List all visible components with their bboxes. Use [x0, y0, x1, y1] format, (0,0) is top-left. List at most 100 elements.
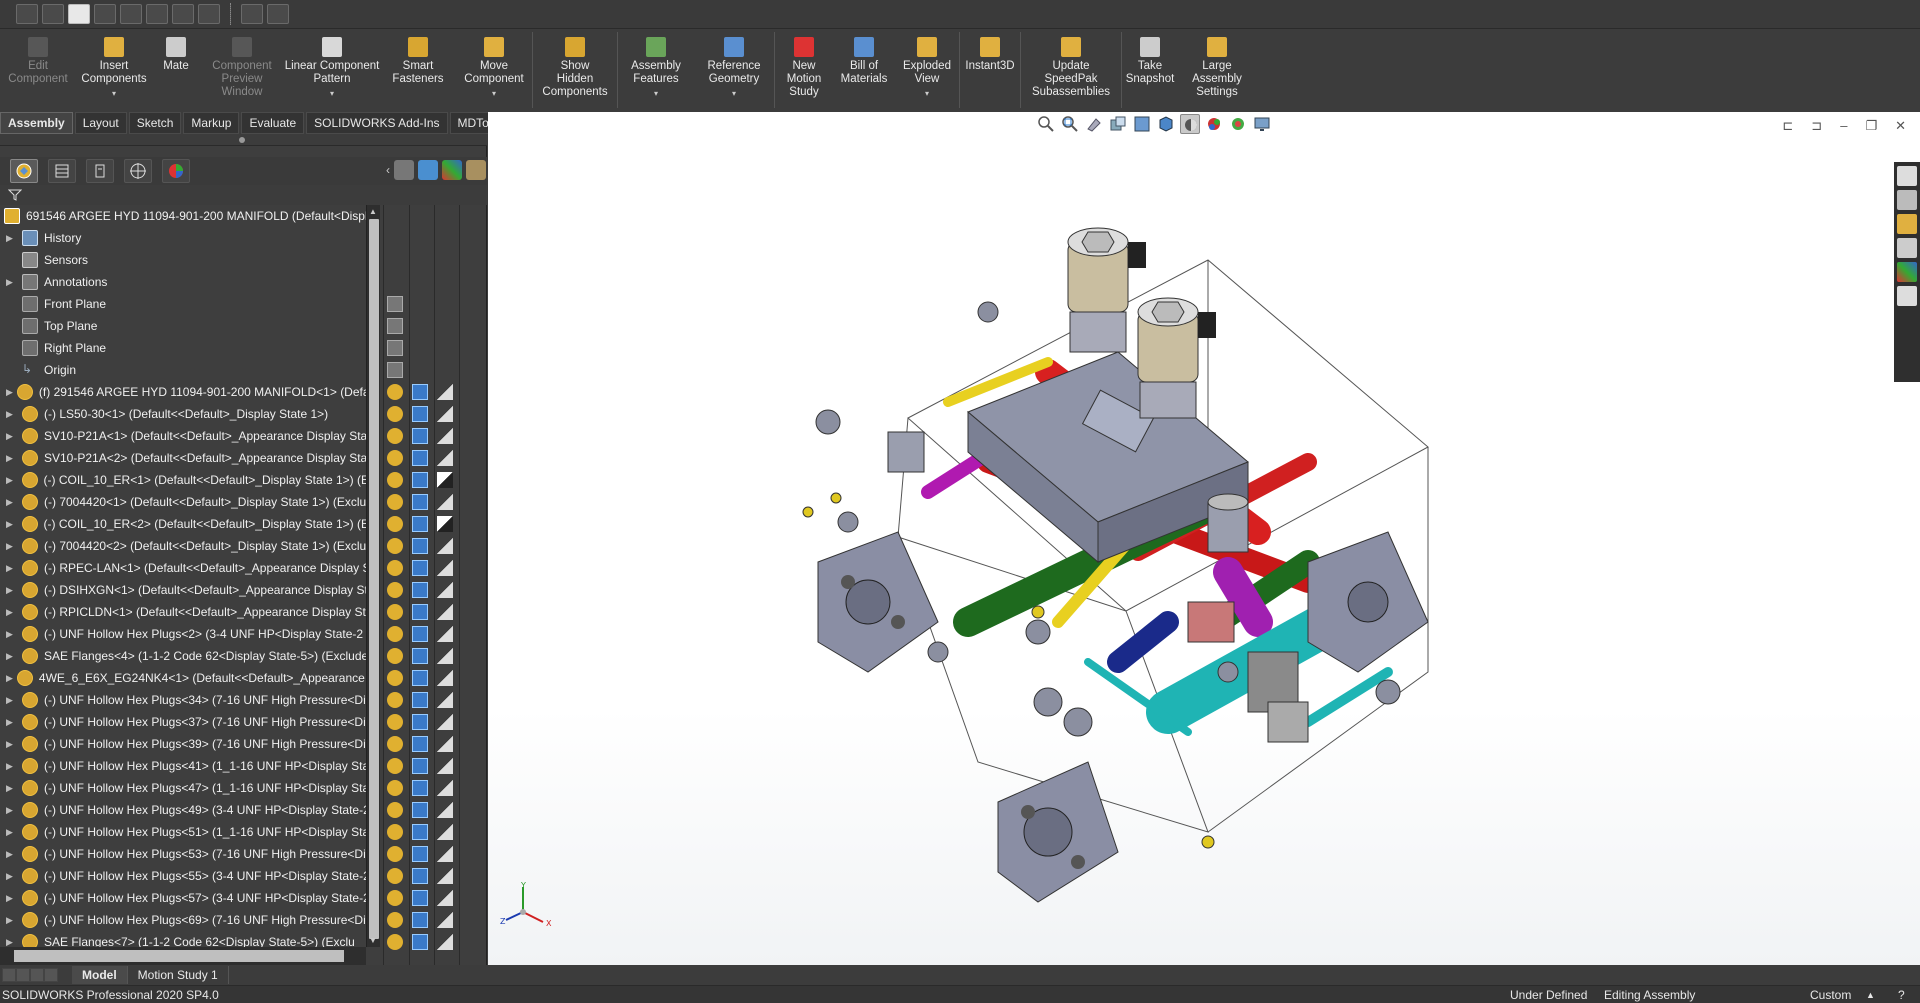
appearance-icon[interactable] [437, 472, 453, 488]
expand-arrow-icon[interactable]: ▶ [6, 233, 18, 244]
visibility-icon[interactable] [387, 890, 403, 906]
expand-arrow-icon[interactable]: ▶ [6, 475, 18, 486]
display-mode-icon[interactable] [412, 516, 428, 532]
select-icon[interactable] [172, 4, 194, 24]
graphics-area[interactable]: ⊏ ⊐ – ❐ ✕ Y X Z [488, 112, 1920, 965]
home-icon[interactable] [1897, 166, 1917, 186]
visibility-icon[interactable] [387, 538, 403, 554]
undo-icon[interactable] [120, 4, 142, 24]
expand-arrow-icon[interactable]: ▶ [6, 541, 18, 552]
display-mode-icon[interactable] [412, 626, 428, 642]
feature-manager-tab[interactable] [10, 159, 38, 183]
display-mode-icon[interactable] [412, 934, 428, 950]
transparency-icon[interactable] [466, 160, 486, 180]
tree-item[interactable]: ▶ (-) UNF Hollow Hex Plugs<51> (1_1-16 UN… [0, 821, 375, 843]
tree-item[interactable]: ▶ SV10-P21A<2> (Default<<Default>_Appeara… [0, 447, 375, 469]
appearance-icon[interactable] [437, 824, 453, 840]
expand-arrow-icon[interactable]: ▶ [6, 695, 18, 706]
display-mode-icon[interactable] [412, 648, 428, 664]
tree-vertical-scrollbar[interactable]: ▲ ▼ [366, 205, 380, 947]
instant3d-button[interactable]: Instant3D [960, 29, 1020, 111]
expand-arrow-icon[interactable]: ▶ [6, 915, 18, 926]
expand-arrow-icon[interactable]: ▶ [6, 431, 18, 442]
expand-arrow-icon[interactable]: ▶ [6, 805, 18, 816]
reference-geometry-button[interactable]: Reference Geometry ▾ [694, 29, 774, 111]
view-orientation-icon[interactable] [1156, 114, 1176, 134]
display-mode-icon[interactable] [412, 450, 428, 466]
open-document-icon[interactable] [42, 4, 64, 24]
visibility-icon[interactable] [387, 472, 403, 488]
appearance-icon[interactable] [437, 912, 453, 928]
scroll-up-icon[interactable]: ▲ [369, 207, 377, 216]
tree-item[interactable]: ▶ (-) UNF Hollow Hex Plugs<34> (7-16 UNF … [0, 689, 375, 711]
expand-arrow-icon[interactable]: ▶ [6, 761, 18, 772]
display-mode-icon[interactable] [412, 472, 428, 488]
dynamic-annotation-icon[interactable] [1132, 114, 1152, 134]
zoom-to-fit-icon[interactable] [1036, 114, 1056, 134]
dimxpert-manager-tab[interactable] [124, 159, 152, 183]
visibility-icon[interactable] [387, 736, 403, 752]
visibility-icon[interactable] [387, 692, 403, 708]
display-mode-icon[interactable] [412, 604, 428, 620]
new-document-icon[interactable] [16, 4, 38, 24]
property-manager-tab[interactable] [48, 159, 76, 183]
zoom-to-area-icon[interactable] [1060, 114, 1080, 134]
expand-arrow-icon[interactable]: ▶ [6, 673, 13, 684]
display-mode-icon[interactable] [412, 428, 428, 444]
linear-component-pattern-button[interactable]: Linear Component Pattern ▾ [284, 29, 380, 111]
tab-layout[interactable]: Layout [74, 112, 127, 134]
visibility-icon[interactable] [387, 780, 403, 796]
chevron-down-icon[interactable]: ▾ [492, 87, 496, 100]
appearance-icon[interactable] [437, 934, 453, 950]
scroll-down-icon[interactable]: ▼ [369, 936, 377, 945]
appearance-icon[interactable] [437, 450, 453, 466]
chevron-down-icon[interactable]: ▾ [654, 87, 658, 100]
appearance-icon[interactable] [437, 406, 453, 422]
file-explorer-icon[interactable] [1897, 238, 1917, 258]
tree-item[interactable]: ↳ Origin [0, 359, 375, 381]
tree-item[interactable]: ▶ (-) UNF Hollow Hex Plugs<49> (3-4 UNF H… [0, 799, 375, 821]
rebuild-icon[interactable] [198, 4, 220, 24]
visibility-icon[interactable] [387, 428, 403, 444]
configuration-manager-tab[interactable] [86, 159, 114, 183]
display-mode-icon[interactable] [412, 494, 428, 510]
show-hidden-components-button[interactable]: Show Hidden Components [533, 29, 617, 111]
expand-arrow-icon[interactable]: ▶ [6, 563, 18, 574]
tree-item[interactable]: Top Plane [0, 315, 375, 337]
plane-visibility-icon[interactable] [387, 362, 403, 378]
appearance-icon[interactable] [437, 714, 453, 730]
visibility-icon[interactable] [387, 450, 403, 466]
display-mode-icon[interactable] [412, 868, 428, 884]
move-component-button[interactable]: Move Component ▾ [456, 29, 532, 111]
tab-model[interactable]: Model [72, 966, 128, 984]
tree-item[interactable]: Front Plane [0, 293, 375, 315]
visibility-icon[interactable] [387, 714, 403, 730]
exploded-view-button[interactable]: Exploded View ▾ [895, 29, 959, 111]
tree-item[interactable]: ▶ (-) DSIHXGN<1> (Default<<Default>_Appea… [0, 579, 375, 601]
tree-item[interactable]: ▶ (-) UNF Hollow Hex Plugs<39> (7-16 UNF … [0, 733, 375, 755]
design-library-icon[interactable] [1897, 214, 1917, 234]
restore-icon[interactable]: ❐ [1865, 118, 1877, 134]
customize-icon[interactable] [267, 4, 289, 24]
display-mode-icon[interactable] [412, 802, 428, 818]
scroll-thumb[interactable] [369, 219, 379, 939]
tile-right-icon[interactable]: ⊐ [1811, 118, 1822, 134]
smart-fasteners-button[interactable]: Smart Fasteners [380, 29, 456, 111]
visibility-icon[interactable] [387, 802, 403, 818]
appearance-icon[interactable] [437, 582, 453, 598]
edit-component-button[interactable]: Edit Component [0, 29, 76, 111]
help-icon[interactable]: ? [1898, 988, 1905, 1002]
display-mode-icon[interactable] [412, 714, 428, 730]
resources-icon[interactable] [1897, 190, 1917, 210]
tab-assembly[interactable]: Assembly [0, 112, 73, 134]
appearance-icon[interactable] [437, 670, 453, 686]
appearance-icon[interactable] [437, 538, 453, 554]
edit-appearance-icon[interactable] [1228, 114, 1248, 134]
tab-motion-study[interactable]: Motion Study 1 [128, 966, 229, 984]
expand-arrow-icon[interactable]: ▶ [6, 783, 18, 794]
section-view-icon[interactable] [1108, 114, 1128, 134]
appearance-icon[interactable] [437, 802, 453, 818]
tree-item[interactable]: ▶ (-) UNF Hollow Hex Plugs<53> (7-16 UNF … [0, 843, 375, 865]
appearance-icon[interactable] [437, 494, 453, 510]
chevron-down-icon[interactable]: ▾ [732, 87, 736, 100]
